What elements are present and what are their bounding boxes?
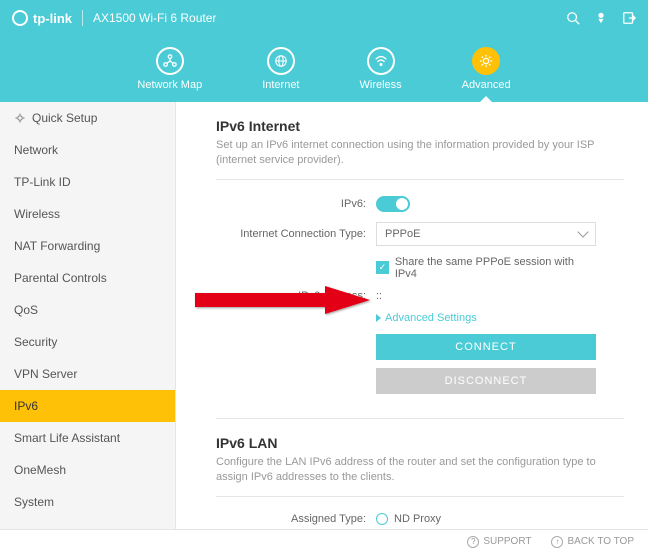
back-to-top-label: BACK TO TOP bbox=[567, 536, 634, 547]
ipv6-toggle[interactable] bbox=[376, 196, 410, 212]
sidebar-item-security[interactable]: Security bbox=[0, 326, 175, 358]
internet-icon bbox=[267, 47, 295, 75]
top-header: tp-link AX1500 Wi-Fi 6 Router bbox=[0, 0, 648, 36]
back-to-top-link[interactable]: ↑ BACK TO TOP bbox=[551, 536, 634, 548]
support-icon: ? bbox=[467, 536, 479, 548]
radio-icon bbox=[376, 513, 388, 525]
ipv6-internet-title: IPv6 Internet bbox=[216, 118, 624, 134]
ipv6-address-value: :: bbox=[376, 290, 596, 302]
network-map-icon bbox=[156, 47, 184, 75]
sidebar-item-label: VPN Server bbox=[14, 367, 77, 381]
connect-button[interactable]: CONNECT bbox=[376, 334, 596, 360]
sidebar-item-smart-life[interactable]: Smart Life Assistant bbox=[0, 422, 175, 454]
main-content: IPv6 Internet Set up an IPv6 internet co… bbox=[176, 102, 648, 529]
product-name: AX1500 Wi-Fi 6 Router bbox=[93, 11, 216, 25]
brand-text: tp-link bbox=[33, 11, 72, 26]
sidebar-item-label: Network bbox=[14, 143, 58, 157]
sidebar-item-vpn[interactable]: VPN Server bbox=[0, 358, 175, 390]
arrow-up-icon: ↑ bbox=[551, 536, 563, 548]
gear-icon bbox=[14, 112, 26, 124]
sidebar-item-tplink-id[interactable]: TP-Link ID bbox=[0, 166, 175, 198]
sidebar-item-onemesh[interactable]: OneMesh bbox=[0, 454, 175, 486]
sidebar-item-nat[interactable]: NAT Forwarding bbox=[0, 230, 175, 262]
nav-label: Wireless bbox=[360, 79, 402, 91]
support-label: SUPPORT bbox=[483, 536, 531, 547]
sidebar-item-label: TP-Link ID bbox=[14, 175, 71, 189]
share-pppoe-checkbox[interactable]: ✓ bbox=[376, 261, 389, 274]
sidebar-item-system[interactable]: System bbox=[0, 486, 175, 518]
sidebar-item-label: Security bbox=[14, 335, 57, 349]
header-actions bbox=[566, 11, 636, 25]
chevron-down-icon bbox=[577, 227, 588, 238]
ipv6-lan-title: IPv6 LAN bbox=[216, 435, 624, 451]
conn-type-value: PPPoE bbox=[385, 228, 420, 240]
sidebar-item-wireless[interactable]: Wireless bbox=[0, 198, 175, 230]
ipv6-toggle-label: IPv6: bbox=[216, 198, 376, 210]
triangle-right-icon bbox=[376, 314, 381, 322]
sidebar-item-ipv6[interactable]: IPv6 bbox=[0, 390, 175, 422]
wireless-icon bbox=[367, 47, 395, 75]
sidebar-item-label: Wireless bbox=[14, 207, 60, 221]
sidebar-item-label: NAT Forwarding bbox=[14, 239, 100, 253]
sidebar-item-label: Parental Controls bbox=[14, 271, 107, 285]
led-icon[interactable] bbox=[594, 11, 608, 25]
disconnect-button[interactable]: DISCONNECT bbox=[376, 368, 596, 394]
sidebar-item-parental[interactable]: Parental Controls bbox=[0, 262, 175, 294]
sidebar-item-label: Quick Setup bbox=[32, 111, 97, 125]
sidebar-item-network[interactable]: Network bbox=[0, 134, 175, 166]
assigned-type-label: Assigned Type: bbox=[216, 513, 376, 525]
sidebar-item-label: OneMesh bbox=[14, 463, 66, 477]
sidebar: Quick Setup Network TP-Link ID Wireless … bbox=[0, 102, 176, 529]
ipv6-address-label: IPv6 Address: bbox=[216, 290, 376, 302]
advanced-settings-link[interactable]: Advanced Settings bbox=[376, 312, 596, 324]
radio-label: ND Proxy bbox=[394, 513, 441, 525]
nav-label: Advanced bbox=[462, 79, 511, 91]
main-nav: Network Map Internet Wireless Advanced bbox=[0, 36, 648, 102]
sidebar-item-label: Smart Life Assistant bbox=[14, 431, 120, 445]
logout-icon[interactable] bbox=[622, 11, 636, 25]
ipv6-lan-desc: Configure the LAN IPv6 address of the ro… bbox=[216, 455, 624, 486]
advanced-settings-label: Advanced Settings bbox=[385, 312, 477, 324]
share-pppoe-label: Share the same PPPoE session with IPv4 bbox=[395, 256, 596, 280]
ipv6-internet-desc: Set up an IPv6 internet connection using… bbox=[216, 138, 624, 169]
nav-label: Network Map bbox=[137, 79, 202, 91]
section-divider bbox=[216, 179, 624, 180]
nav-internet[interactable]: Internet bbox=[262, 47, 299, 91]
header-divider bbox=[82, 10, 83, 26]
sidebar-item-quick-setup[interactable]: Quick Setup bbox=[0, 102, 175, 134]
sidebar-item-label: System bbox=[14, 495, 54, 509]
section-divider bbox=[216, 496, 624, 497]
footer: ? SUPPORT ↑ BACK TO TOP bbox=[0, 529, 648, 553]
section-divider bbox=[216, 418, 624, 419]
brand-logo: tp-link bbox=[12, 10, 72, 26]
nav-advanced[interactable]: Advanced bbox=[462, 47, 511, 91]
logo-mark-icon bbox=[12, 10, 28, 26]
conn-type-label: Internet Connection Type: bbox=[216, 228, 376, 240]
advanced-icon bbox=[472, 47, 500, 75]
sidebar-item-label: QoS bbox=[14, 303, 38, 317]
support-link[interactable]: ? SUPPORT bbox=[467, 536, 531, 548]
sidebar-item-label: IPv6 bbox=[14, 399, 38, 413]
conn-type-select[interactable]: PPPoE bbox=[376, 222, 596, 246]
sidebar-item-qos[interactable]: QoS bbox=[0, 294, 175, 326]
nav-network-map[interactable]: Network Map bbox=[137, 47, 202, 91]
radio-nd-proxy[interactable]: ND Proxy bbox=[376, 513, 596, 525]
nav-wireless[interactable]: Wireless bbox=[360, 47, 402, 91]
nav-label: Internet bbox=[262, 79, 299, 91]
search-icon[interactable] bbox=[566, 11, 580, 25]
